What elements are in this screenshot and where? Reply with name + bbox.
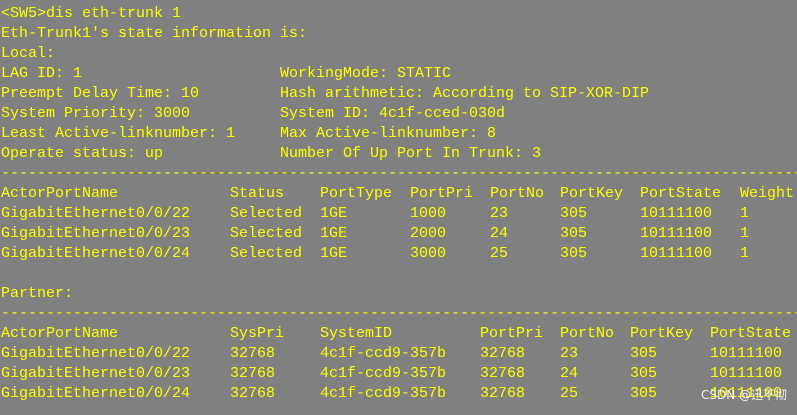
table-cell: 2000 — [410, 225, 447, 242]
table-cell: 32768 — [480, 365, 526, 382]
header-cell: PortPri — [480, 325, 544, 342]
header-cell: SystemID — [320, 325, 393, 342]
table-row: GigabitEthernet0/0/23 Selected 1GE 2000 … — [1, 224, 749, 244]
table-row: GigabitEthernet0/0/22 32768 4c1f-ccd9-35… — [1, 344, 782, 364]
header-cell: PortKey — [630, 325, 694, 342]
table-cell: 1GE — [320, 225, 348, 242]
info-left: Least Active-linknumber: 1 — [1, 125, 236, 142]
table-cell: 305 — [560, 225, 588, 242]
table-cell: 305 — [630, 365, 658, 382]
partner-label: Partner: — [1, 285, 74, 302]
table-cell: GigabitEthernet0/0/24 — [1, 245, 191, 262]
table-cell: GigabitEthernet0/0/24 — [1, 385, 191, 402]
table-cell: 305 — [560, 205, 588, 222]
info-row: Preempt Delay Time: 10 Hash arithmetic: … — [1, 84, 649, 104]
table-cell: 32768 — [230, 365, 276, 382]
table-cell: 1GE — [320, 245, 348, 262]
info-left: Operate status: up — [1, 145, 164, 162]
info-left: System Priority: 3000 — [1, 105, 191, 122]
info-row: System Priority: 3000 System ID: 4c1f-cc… — [1, 104, 505, 124]
table-cell: 1 — [740, 205, 750, 222]
info-right: Max Active-linknumber: 8 — [280, 125, 497, 142]
table-cell: 1 — [740, 245, 750, 262]
header-cell: PortKey — [560, 185, 624, 202]
table-cell: 4c1f-ccd9-357b — [320, 365, 447, 382]
table-cell: 25 — [490, 245, 509, 262]
table-cell: 32768 — [230, 385, 276, 402]
table-cell: 1 — [740, 225, 750, 242]
header-cell: PortNo — [560, 325, 615, 342]
table-cell: 23 — [490, 205, 509, 222]
table-cell: GigabitEthernet0/0/23 — [1, 365, 191, 382]
partner-table-header: ActorPortName SysPri SystemID PortPri Po… — [1, 324, 791, 344]
info-left: Preempt Delay Time: 10 — [1, 85, 200, 102]
table-row: GigabitEthernet0/0/24 Selected 1GE 3000 … — [1, 244, 749, 264]
table-cell: 4c1f-ccd9-357b — [320, 385, 447, 402]
info-row: LAG ID: 1 WorkingMode: STATIC — [1, 64, 451, 84]
terminal-window[interactable]: <SW5>dis eth-trunk 1 Eth-Trunk1's state … — [0, 0, 797, 415]
table-row: GigabitEthernet0/0/22 Selected 1GE 1000 … — [1, 204, 749, 224]
csdn-watermark: CSDN @迅不彻 — [700, 388, 787, 402]
table-cell: 1GE — [320, 205, 348, 222]
info-right: WorkingMode: STATIC — [280, 65, 452, 82]
header-cell: PortNo — [490, 185, 545, 202]
table-cell: Selected — [230, 205, 303, 222]
table-cell: 305 — [630, 385, 658, 402]
header-cell: ActorPortName — [1, 325, 119, 342]
table-cell: 25 — [560, 385, 579, 402]
local-label: Local: — [1, 45, 56, 62]
table-cell: GigabitEthernet0/0/22 — [1, 205, 191, 222]
local-table-header: ActorPortName Status PortType PortPri Po… — [1, 184, 794, 204]
table-cell: 32768 — [480, 345, 526, 362]
header-cell: PortType — [320, 185, 393, 202]
header-cell: Weight — [740, 185, 795, 202]
header-cell: Status — [230, 185, 285, 202]
header-cell: PortPri — [410, 185, 474, 202]
table-cell: 305 — [560, 245, 588, 262]
table-row: GigabitEthernet0/0/23 32768 4c1f-ccd9-35… — [1, 364, 782, 384]
table-cell: 32768 — [480, 385, 526, 402]
table-cell: Selected — [230, 225, 303, 242]
table-row: GigabitEthernet0/0/24 32768 4c1f-ccd9-35… — [1, 384, 782, 404]
command-line: <SW5>dis eth-trunk 1 — [1, 5, 182, 22]
info-right: Number Of Up Port In Trunk: 3 — [280, 145, 542, 162]
table-cell: 1000 — [410, 205, 447, 222]
table-cell: 24 — [560, 365, 579, 382]
header-cell: PortState — [640, 185, 722, 202]
table-cell: 23 — [560, 345, 579, 362]
table-cell: Selected — [230, 245, 303, 262]
header-cell: SysPri — [230, 325, 285, 342]
state-header: Eth-Trunk1's state information is: — [1, 25, 308, 42]
info-row: Least Active-linknumber: 1 Max Active-li… — [1, 124, 496, 144]
header-cell: ActorPortName — [1, 185, 119, 202]
table-cell: 10111100 — [640, 245, 713, 262]
info-right: System ID: 4c1f-cced-030d — [280, 105, 506, 122]
table-cell: 3000 — [410, 245, 447, 262]
info-left: LAG ID: 1 — [1, 65, 83, 82]
table-cell: GigabitEthernet0/0/23 — [1, 225, 191, 242]
info-row: Operate status: up Number Of Up Port In … — [1, 144, 541, 164]
divider: ----------------------------------------… — [1, 305, 797, 322]
table-cell: 4c1f-ccd9-357b — [320, 345, 447, 362]
table-cell: 305 — [630, 345, 658, 362]
table-cell: GigabitEthernet0/0/22 — [1, 345, 191, 362]
table-cell: 10111100 — [710, 345, 783, 362]
table-cell: 10111100 — [640, 225, 713, 242]
table-cell: 32768 — [230, 345, 276, 362]
header-cell: PortState — [710, 325, 792, 342]
info-right: Hash arithmetic: According to SIP-XOR-DI… — [280, 85, 650, 102]
table-cell: 10111100 — [710, 365, 783, 382]
table-cell: 10111100 — [640, 205, 713, 222]
table-cell: 24 — [490, 225, 509, 242]
divider: ----------------------------------------… — [1, 165, 797, 182]
